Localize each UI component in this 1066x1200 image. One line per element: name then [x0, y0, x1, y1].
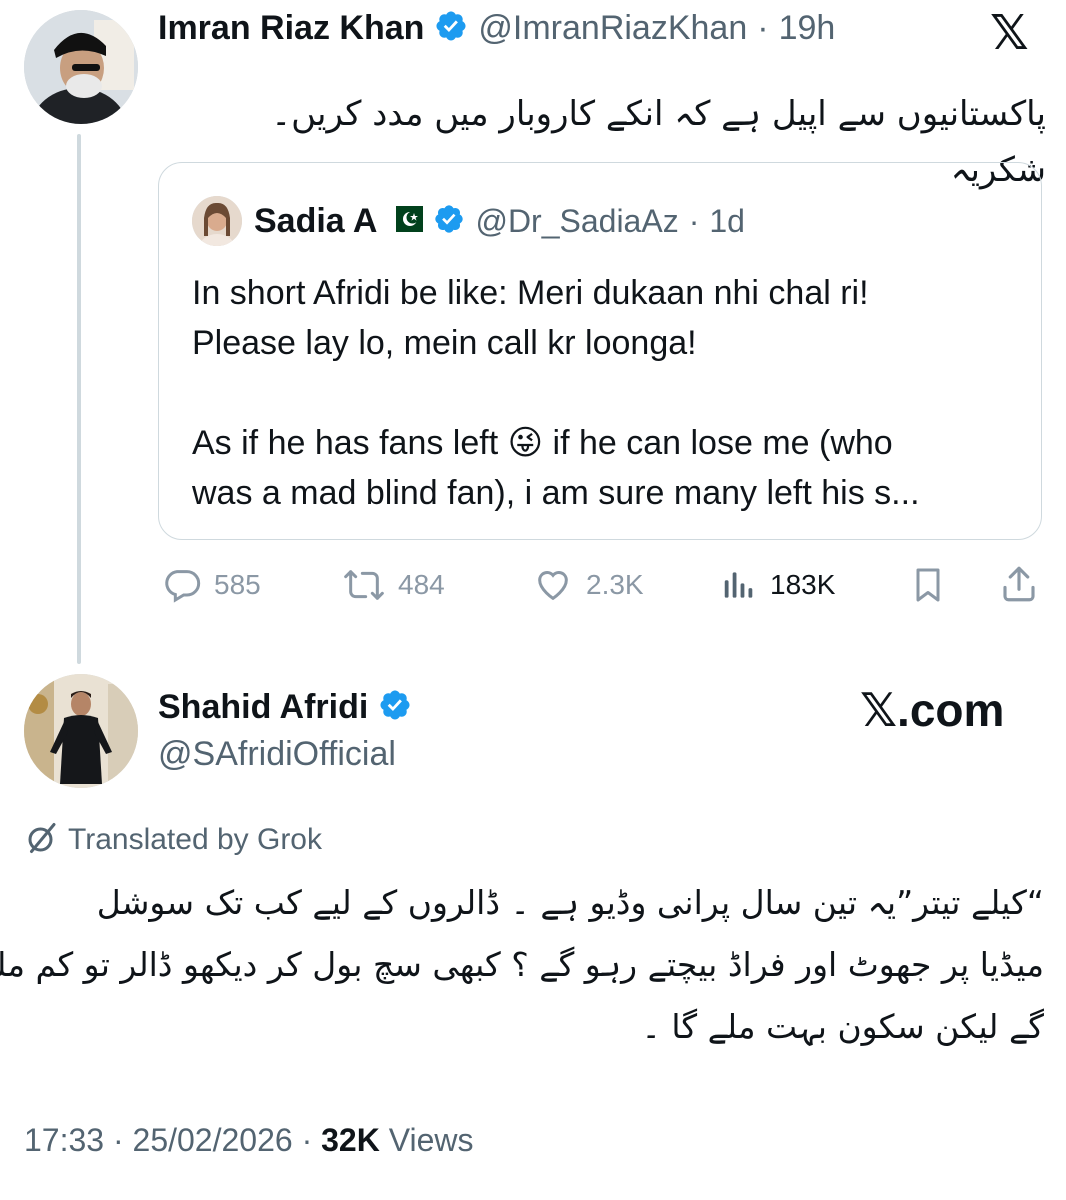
views-button[interactable]: 183K [720, 565, 835, 605]
quote-line: In short Afridi be like: Meri dukaan nhi… [192, 274, 869, 312]
reply-count: 585 [214, 569, 261, 600]
like-button[interactable]: 2.3K [532, 565, 644, 605]
reply-text-line: گے لیکن سکون بہت ملے گا ۔ [641, 1007, 1044, 1046]
quote-line: if he can lose me (who [552, 424, 893, 462]
repost-count: 484 [398, 569, 445, 600]
views-label: Views [388, 1122, 474, 1158]
repost-icon [342, 565, 386, 605]
verified-badge-icon [378, 688, 412, 727]
quote-line: As if he has fans left [192, 424, 499, 462]
reply-text: “کیلے تیتر”یہ تین سال پرانی وڈیو ہے ۔ ڈا… [0, 872, 1044, 1058]
heart-icon [532, 565, 574, 605]
quote-verified-badge-icon [433, 203, 465, 240]
author-handle[interactable]: @SAfridiOfficial [158, 732, 396, 776]
post-date[interactable]: 25/02/2026 [133, 1122, 293, 1158]
views-count: 183K [770, 569, 836, 600]
separator-dot: · [688, 202, 700, 239]
verified-badge-icon [434, 9, 468, 48]
quote-author-handle[interactable]: @Dr_SadiaAz [475, 203, 678, 240]
author-handle[interactable]: @ImranRiazKhan [478, 9, 747, 48]
author-name[interactable]: Shahid Afridi [158, 688, 368, 727]
tweet-time[interactable]: 19h [779, 9, 836, 48]
translate-icon [24, 820, 60, 861]
quote-author-name[interactable]: Sadia A [254, 202, 377, 241]
reply-icon [162, 565, 202, 605]
reply-text-line: “کیلے تیتر”یہ تین سال پرانی وڈیو ہے ۔ ڈا… [96, 883, 1044, 922]
avatar[interactable] [24, 674, 138, 788]
repost-button[interactable]: 484 [342, 565, 445, 605]
bookmark-icon [916, 568, 940, 602]
share-icon [1003, 566, 1035, 602]
x-logo-icon[interactable]: 𝕏 [990, 6, 1029, 62]
quote-text: In short Afridi be like: Meri dukaan nhi… [192, 268, 1022, 518]
separator-dot: · [757, 8, 769, 47]
tweet-meta: 17:33 · 25/02/2026 · 32K Views [24, 1122, 474, 1158]
views-count: 32K [321, 1122, 380, 1158]
quote-time[interactable]: 1d [709, 203, 745, 240]
quote-line: Please lay lo, mein call kr loonga! [192, 324, 697, 362]
author-name[interactable]: Imran Riaz Khan [158, 9, 424, 48]
quote-avatar[interactable] [192, 196, 242, 246]
reply-text-line: میڈیا پر جھوٹ اور فراڈ بیچتے رہو گے ؟ کب… [0, 945, 1044, 984]
translated-by-label[interactable]: Translated by Grok [68, 823, 322, 857]
pakistan-flag-icon [387, 205, 424, 237]
quote-line: was a mad blind fan), i am sure many lef… [192, 474, 920, 512]
winking-tongue-emoji-icon: 😜 [507, 424, 544, 462]
share-button[interactable] [998, 563, 1040, 610]
x-com-watermark: 𝕏.com [860, 684, 1005, 736]
post-time[interactable]: 17:33 [24, 1122, 104, 1158]
bookmark-button[interactable] [908, 565, 948, 610]
analytics-icon [720, 565, 758, 605]
avatar[interactable] [24, 10, 138, 124]
reply-button[interactable]: 585 [162, 565, 261, 605]
like-count: 2.3K [586, 569, 644, 600]
thread-line [77, 134, 81, 664]
